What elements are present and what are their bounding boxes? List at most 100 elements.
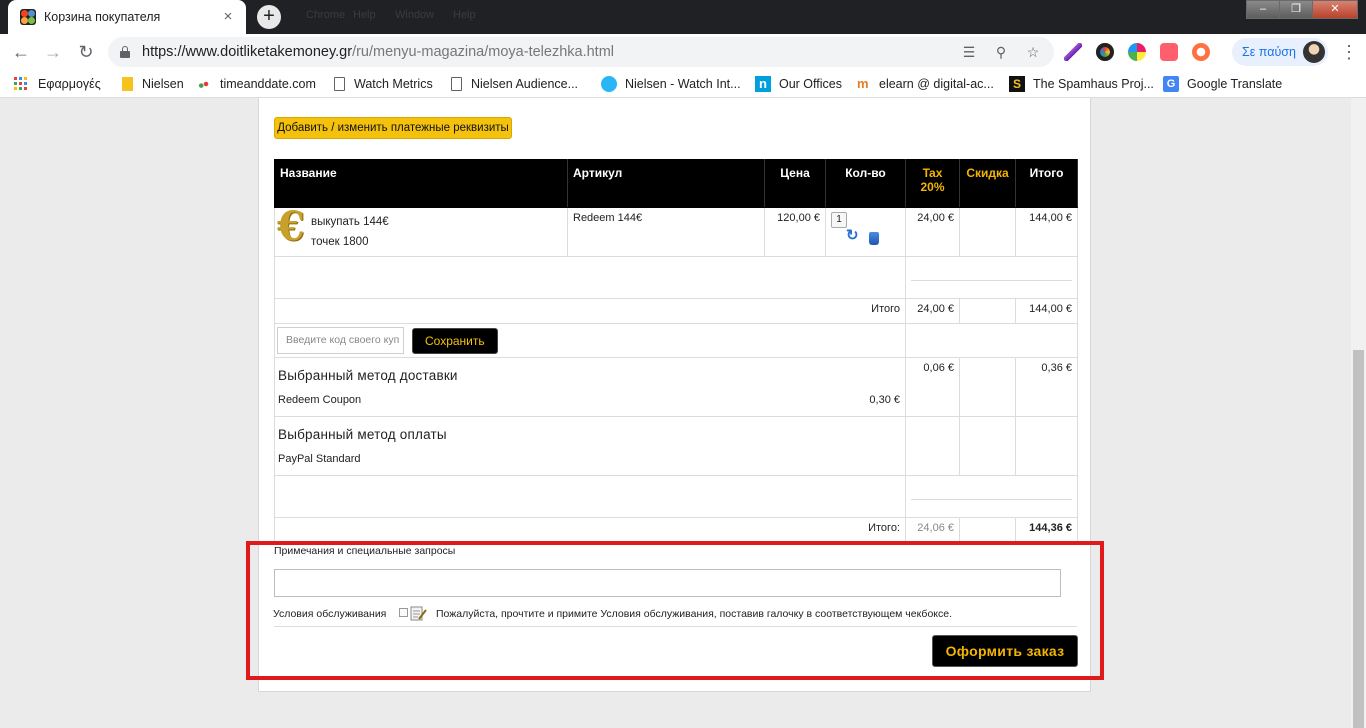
timeanddate-icon [198, 76, 214, 92]
coupon-input[interactable]: Введите код своего куп [277, 327, 404, 354]
browser-tab-active[interactable]: Корзина покупателя × [8, 0, 246, 34]
browser-toolbar: ← → ↻ https://www.doitliketakemoney.gr/r… [0, 34, 1366, 70]
page-scrollbar[interactable] [1351, 98, 1366, 728]
google-translate-icon: G [1163, 76, 1179, 92]
shipping-method: Redeem Coupon [278, 394, 362, 406]
bookmark-label: Google Translate [1187, 77, 1283, 91]
translate-page-icon[interactable]: ☰ [960, 43, 978, 61]
item-name-line2: точек 1800 [311, 236, 369, 248]
extension-color-ring-icon[interactable] [1096, 43, 1114, 61]
subtotal-row: Итого 24,00 € 144,00 € [274, 298, 1078, 324]
quantity-input[interactable]: 1 [831, 212, 847, 228]
bookmark-nielsen-audience[interactable]: Nielsen Audience... [449, 76, 578, 92]
spacer-cell [274, 256, 906, 299]
browser-menu-icon[interactable]: ⋮ [1340, 42, 1358, 62]
delete-item-icon[interactable] [869, 232, 879, 245]
back-arrow-icon[interactable]: ← [9, 40, 33, 64]
tab-close-icon[interactable]: × [220, 9, 236, 25]
save-coupon-button[interactable]: Сохранить [412, 327, 498, 354]
bookmark-nielsen-icon [122, 77, 133, 91]
table-row-spacer [274, 256, 1078, 299]
bookmark-label: The Spamhaus Proj... [1033, 77, 1154, 91]
bookmark-nielsen-watch[interactable]: Nielsen - Watch Int... [601, 76, 741, 92]
coupon-cell: Введите код своего куп Сохранить [274, 323, 906, 358]
bookmark-our-offices[interactable]: n Our Offices [755, 76, 842, 92]
forward-arrow-icon[interactable]: → [41, 40, 65, 64]
bookmark-elearn[interactable]: m elearn @ digital-ac... [857, 76, 994, 92]
nielsen-watch-icon [601, 76, 617, 92]
col-header-price: Цена [764, 159, 826, 208]
table-row: € выкупать 144€ точек 1800 Redeem 144€ 1… [274, 203, 1078, 257]
bookmark-star-icon[interactable]: ☆ [1024, 43, 1042, 61]
extension-feather-icon[interactable] [1064, 43, 1082, 61]
bookmarks-bar: Εφαρμογές Nielsen timeanddate.com Watch … [0, 70, 1366, 98]
minimize-button[interactable]: – [1246, 0, 1280, 19]
cart-table: Название Артикул Цена Кол-во Tax 20% Скид… [274, 159, 1078, 543]
bookmark-label: Watch Metrics [354, 77, 433, 91]
edit-billing-button[interactable]: Добавить / изменить платежные реквизиты [274, 117, 512, 139]
tab-title: Корзина покупателя [44, 10, 161, 24]
extension-arrow-icon[interactable] [1160, 43, 1178, 61]
new-tab-button[interactable]: + [257, 5, 281, 29]
spacer-cell-right [905, 256, 1078, 299]
shipping-row: Выбранный метод доставки Redeem Coupon 0… [274, 357, 1078, 417]
payment-discount [959, 416, 1016, 476]
apps-icon [14, 77, 28, 91]
bookmark-label: timeanddate.com [220, 77, 316, 91]
payment-total [1015, 416, 1078, 476]
url-text[interactable]: https://www.doitliketakemoney.gr/ru/meny… [142, 44, 614, 60]
tax-header-rate: 20% [920, 180, 945, 194]
bookmark-label: Our Offices [779, 77, 842, 91]
item-name-line1: выкупать 144€ [311, 216, 389, 228]
col-header-discount: Скидка [959, 159, 1016, 208]
extension-face-icon[interactable] [1192, 43, 1210, 61]
ghost-menu-item: Window [395, 9, 435, 21]
tax-header-label: Tax [922, 166, 943, 180]
divider [911, 280, 1072, 281]
bookmark-google-translate[interactable]: G Google Translate [1163, 76, 1282, 92]
item-discount [959, 207, 1016, 257]
extension-colorpicker-icon[interactable] [1128, 43, 1146, 61]
subtotal-discount [959, 298, 1016, 324]
bookmark-label: Nielsen [142, 77, 184, 91]
shipping-total: 0,36 € [1015, 357, 1078, 417]
bookmark-watch-metrics[interactable]: Watch Metrics [332, 76, 433, 92]
profile-button[interactable]: Σε παύση [1232, 38, 1328, 66]
subtotal-total: 144,00 € [1015, 298, 1078, 324]
subtotal-label: Итого [274, 298, 906, 324]
reload-icon[interactable]: ↻ [74, 40, 98, 64]
lock-icon[interactable] [120, 46, 130, 58]
col-header-qty: Кол-во [825, 159, 906, 208]
scrollbar-thumb[interactable] [1353, 350, 1364, 728]
highlight-annotation-box [246, 541, 1104, 680]
document-icon [334, 77, 345, 91]
maximize-button[interactable]: ❐ [1279, 0, 1313, 19]
document-icon [451, 77, 462, 91]
shipping-line: Redeem Coupon 0,30 € [278, 394, 902, 406]
profile-label: Σε παύση [1242, 45, 1296, 59]
shipping-cell: Выбранный метод доставки Redeem Coupon 0… [274, 357, 906, 417]
bookmark-nielsen[interactable]: Nielsen [120, 76, 184, 92]
ghost-menu-item: Help [453, 9, 476, 21]
coupon-row: Введите код своего куп Сохранить [274, 323, 1078, 358]
divider [911, 499, 1072, 500]
zoom-icon[interactable]: ⚲ [992, 43, 1010, 61]
bookmark-timeanddate[interactable]: timeanddate.com [198, 76, 316, 92]
payment-cell: Выбранный метод оплаты PayPal Standard [274, 416, 906, 476]
euro-coin-icon: € [277, 203, 305, 250]
close-window-button[interactable]: ✕ [1312, 0, 1358, 19]
avatar [1303, 41, 1325, 63]
refresh-quantity-icon[interactable]: ↻ [846, 228, 862, 244]
spamhaus-icon: S [1009, 76, 1025, 92]
bookmark-apps[interactable]: Εφαρμογές [14, 76, 101, 92]
elearn-icon: m [857, 76, 869, 91]
ghost-menu-item: Help [353, 9, 376, 21]
url-path: /ru/menyu-magazina/moya-telezhka.html [352, 44, 614, 60]
bookmark-spamhaus[interactable]: S The Spamhaus Proj... [1009, 76, 1154, 92]
item-tax: 24,00 € [905, 207, 960, 257]
payment-method: PayPal Standard [278, 453, 361, 465]
address-bar[interactable]: https://www.doitliketakemoney.gr/ru/meny… [108, 37, 1054, 67]
grand-total-row: Итого: 24,06 € 144,36 € [274, 517, 1078, 543]
shipping-title: Выбранный метод доставки [278, 368, 458, 383]
coupon-form: Введите код своего куп Сохранить [277, 327, 903, 354]
